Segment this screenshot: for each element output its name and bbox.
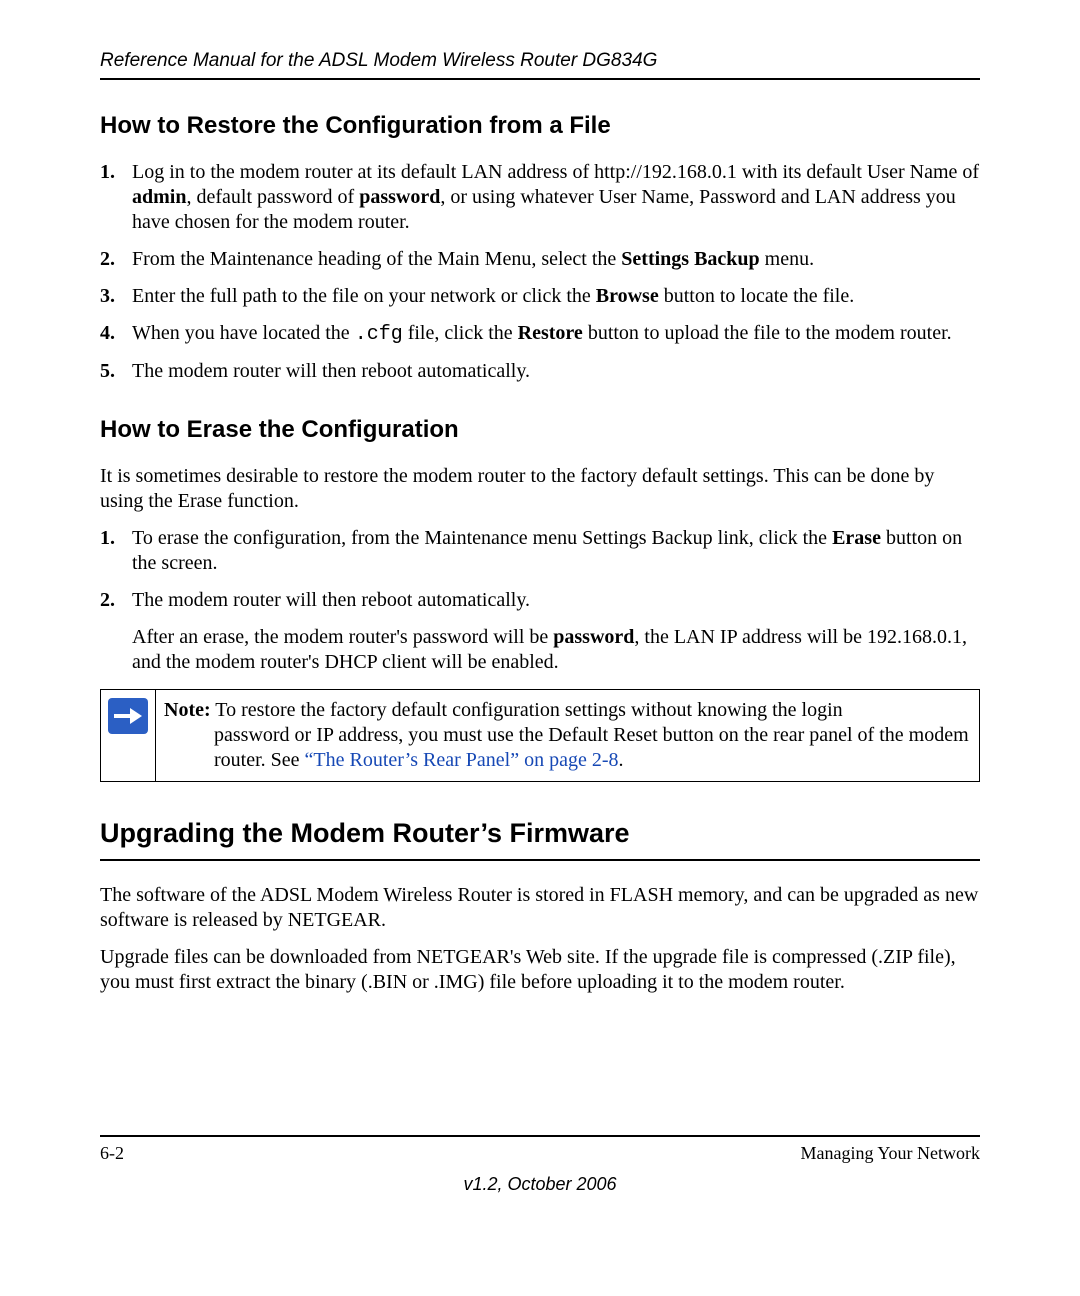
list-item: 3. Enter the full path to the file on yo… [100,284,980,309]
step-text: From the Maintenance heading of the Main… [132,248,621,270]
page-number: 6-2 [100,1143,124,1164]
list-item: 2. The modem router will then reboot aut… [100,588,980,613]
page-footer: 6-2 Managing Your Network v1.2, October … [100,1135,980,1195]
bold-text: Settings Backup [621,248,759,270]
list-item: 1. To erase the configuration, from the … [100,526,980,576]
heading-upgrade-firmware: Upgrading the Modem Router’s Firmware [100,818,980,849]
step-number: 1. [100,160,115,185]
step-number: 1. [100,526,115,551]
step-text: Enter the full path to the file on your … [132,285,596,307]
step-text: The modem router will then reboot automa… [132,360,530,382]
list-item: 2. From the Maintenance heading of the M… [100,247,980,272]
step-text: , default password of [186,186,359,208]
list-item: 4. When you have located the .cfg file, … [100,321,980,347]
step-text: button to locate the file. [659,285,855,307]
heading-erase-config: How to Erase the Configuration [100,416,980,444]
paragraph: After an erase, the modem router's passw… [132,625,980,675]
heading-rule [100,859,980,861]
step-text: To erase the configuration, from the Mai… [132,527,832,549]
note-text: To restore the factory default configura… [211,699,843,721]
arrow-right-icon [108,698,148,734]
paragraph: It is sometimes desirable to restore the… [100,464,980,514]
step-text: Log in to the modem router at its defaul… [132,161,979,183]
list-item: 5. The modem router will then reboot aut… [100,359,980,384]
restore-steps-list: 1. Log in to the modem router at its def… [100,160,980,384]
bold-text: admin [132,186,186,208]
footer-section-title: Managing Your Network [801,1143,981,1164]
note-icon-cell [101,690,156,782]
note-text: . [619,749,624,771]
step-text: menu. [760,248,814,270]
bold-text: password [359,186,440,208]
step-number: 3. [100,284,115,309]
step-text: When you have located the [132,322,355,344]
erase-steps-list: 1. To erase the configuration, from the … [100,526,980,613]
step-number: 2. [100,247,115,272]
note-label: Note: [164,699,211,721]
step-number: 5. [100,359,115,384]
paragraph: Upgrade files can be downloaded from NET… [100,945,980,995]
monospace-text: .cfg [355,323,403,346]
footer-version: v1.2, October 2006 [100,1174,980,1195]
bold-text: password [553,626,634,648]
running-header: Reference Manual for the ADSL Modem Wire… [100,50,980,80]
step-text: file, click the [403,322,518,344]
paragraph: The software of the ADSL Modem Wireless … [100,883,980,933]
note-content: Note: To restore the factory default con… [156,690,980,782]
list-item: 1. Log in to the modem router at its def… [100,160,980,235]
paragraph-text: After an erase, the modem router's passw… [132,626,553,648]
cross-reference-link[interactable]: “The Router’s Rear Panel” on page 2-8 [305,749,619,771]
heading-restore-config: How to Restore the Configuration from a … [100,112,980,140]
step-number: 2. [100,588,115,613]
step-text: button to upload the file to the modem r… [583,322,952,344]
note-box: Note: To restore the factory default con… [100,689,980,782]
bold-text: Browse [596,285,659,307]
bold-text: Restore [518,322,583,344]
step-text: The modem router will then reboot automa… [132,589,530,611]
bold-text: Erase [832,527,881,549]
step-number: 4. [100,321,115,346]
